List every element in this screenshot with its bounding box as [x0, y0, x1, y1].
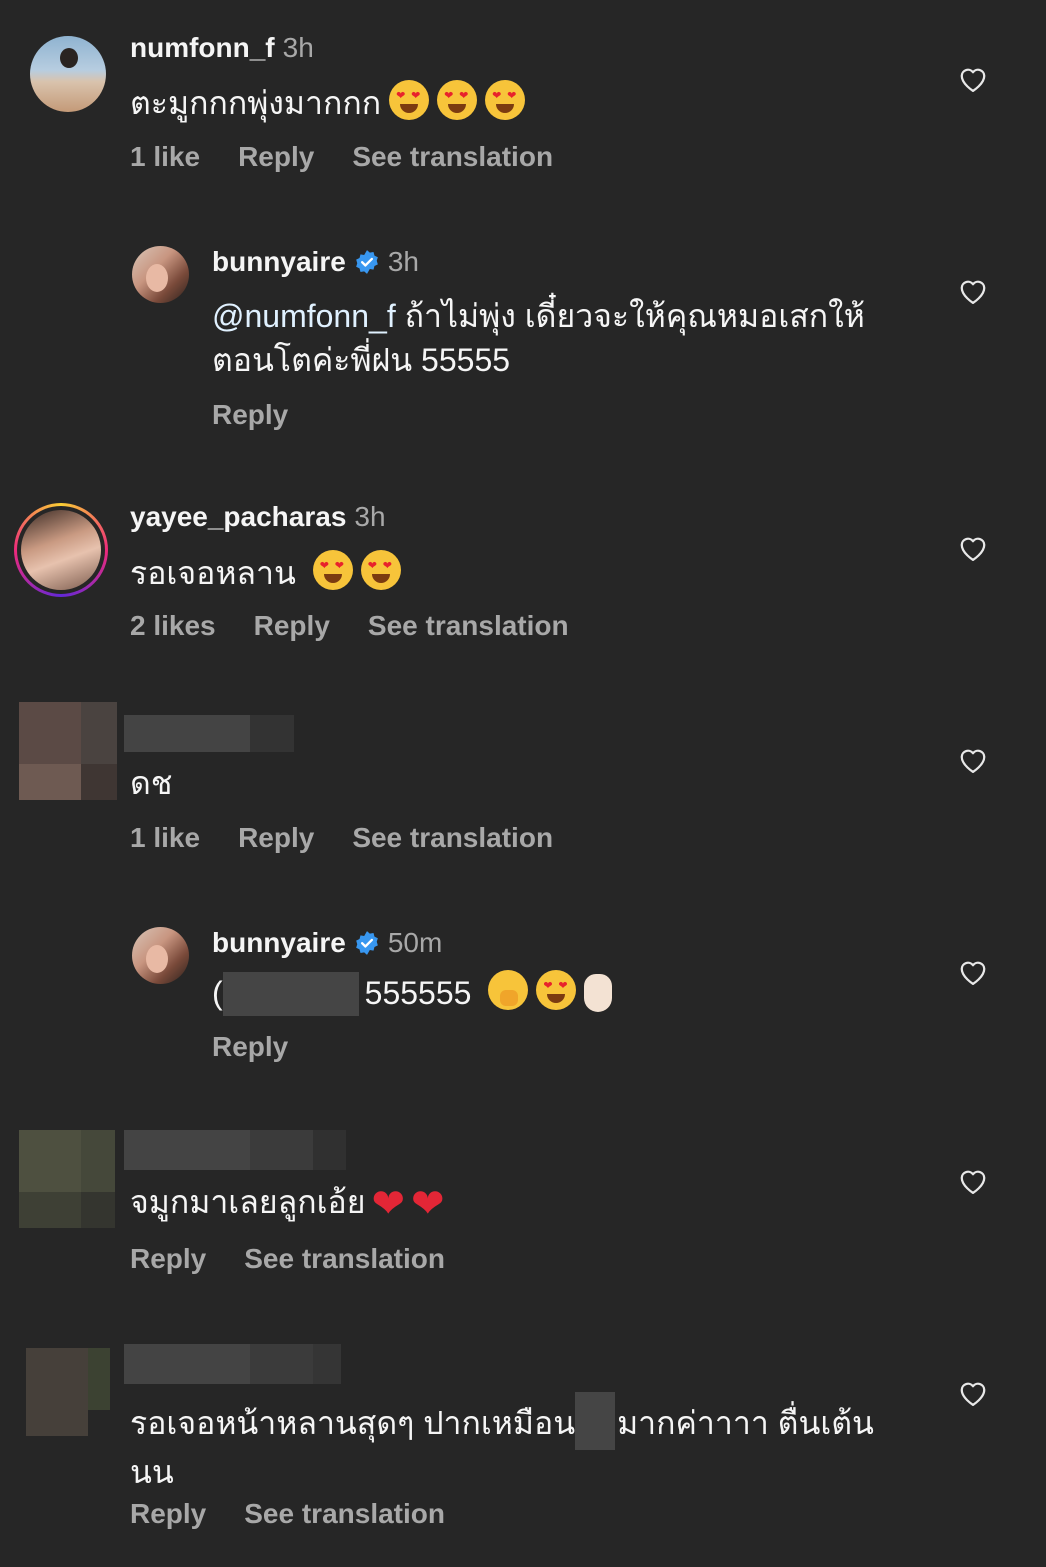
heart-eyes-emoji-icon: ❤ ❤: [312, 550, 353, 590]
red-heart-emoji-icon: ❤: [410, 1182, 445, 1226]
redacted-username: [250, 715, 294, 752]
heart-eyes-emoji-icon: ❤ ❤: [437, 80, 478, 120]
red-heart-emoji-icon: ❤: [371, 1182, 405, 1226]
heart-eyes-emoji-icon: ❤ ❤: [360, 550, 401, 590]
heart-outline-icon[interactable]: [958, 1379, 988, 1407]
timestamp: 50m: [387, 927, 443, 958]
reply-button[interactable]: Reply: [254, 610, 330, 641]
see-translation-button[interactable]: See translation: [244, 1498, 445, 1529]
comment-text: @numfonn_f ถ้าไม่พุ่ง เดี๋ยวจะให้คุณหมอเ…: [212, 298, 865, 378]
timestamp: 3h: [387, 246, 419, 277]
heart-outline-icon[interactable]: [958, 534, 988, 562]
heart-outline-icon[interactable]: [958, 277, 988, 305]
like-count[interactable]: 1 like: [130, 822, 200, 853]
heart-outline-icon[interactable]: [958, 958, 988, 986]
username[interactable]: bunnyaire: [212, 927, 346, 959]
avatar-bunnyaire[interactable]: [132, 246, 189, 303]
see-translation-button[interactable]: See translation: [352, 822, 553, 853]
redacted-name: [575, 1392, 616, 1450]
username[interactable]: bunnyaire: [212, 246, 346, 278]
reply-button[interactable]: Reply: [238, 141, 314, 172]
heart-eyes-emoji-icon: ❤ ❤: [389, 80, 430, 120]
redacted-username: [313, 1130, 346, 1170]
reply-button[interactable]: Reply: [212, 1031, 288, 1062]
avatar-story-ring[interactable]: [14, 503, 108, 597]
crossed-fingers-emoji-icon: [584, 974, 613, 1012]
reply-button[interactable]: Reply: [130, 1243, 206, 1274]
comment-text: (555555 ❤ ❤: [212, 970, 613, 1016]
comment-text: รอเจอหลาน ❤ ❤ ❤ ❤: [130, 550, 401, 595]
mention-link[interactable]: @numfonn_f: [212, 298, 396, 334]
avatar-numfonn-f[interactable]: [30, 36, 106, 112]
comment-text: ดช: [130, 765, 173, 801]
verified-badge-icon: [355, 931, 378, 955]
heart-eyes-emoji-icon: ❤ ❤: [536, 970, 577, 1010]
redacted-username: [124, 1344, 250, 1384]
hand-over-mouth-emoji-icon: [488, 970, 529, 1010]
see-translation-button[interactable]: See translation: [352, 141, 553, 172]
username[interactable]: numfonn_f: [130, 32, 275, 64]
redacted-username: [313, 1344, 341, 1384]
comment-text: รอเจอหน้าหลานสุดๆ ปากเหมือน มากค่าาาา ตื่…: [130, 1392, 890, 1494]
redacted-username: [124, 715, 250, 752]
comment-text: จมูกมาเลยลูกเอ้ย ❤ ❤: [130, 1182, 445, 1226]
heart-eyes-emoji-icon: ❤ ❤: [485, 80, 526, 120]
avatar-pixelated[interactable]: [26, 1348, 110, 1436]
reply-button[interactable]: Reply: [238, 822, 314, 853]
avatar-pixelated[interactable]: [19, 1130, 115, 1228]
see-translation-button[interactable]: See translation: [368, 610, 569, 641]
verified-badge-icon: [355, 250, 378, 274]
redacted-mention: [222, 972, 359, 1016]
timestamp: 3h: [354, 501, 386, 532]
username[interactable]: yayee_pacharas: [130, 501, 346, 533]
avatar-pixelated[interactable]: [19, 702, 117, 800]
like-count[interactable]: 2 likes: [130, 610, 216, 641]
reply-button[interactable]: Reply: [130, 1498, 206, 1529]
redacted-username: [124, 1130, 250, 1170]
heart-outline-icon[interactable]: [958, 1167, 988, 1195]
see-translation-button[interactable]: See translation: [244, 1243, 445, 1274]
reply-button[interactable]: Reply: [212, 399, 288, 430]
timestamp: 3h: [282, 32, 314, 63]
redacted-username: [250, 1344, 313, 1384]
heart-outline-icon[interactable]: [958, 65, 988, 93]
redacted-username: [250, 1130, 313, 1170]
comment-text: ตะมูกกกพุ่งมากกก ❤ ❤ ❤ ❤ ❤ ❤: [130, 80, 526, 125]
heart-outline-icon[interactable]: [958, 746, 988, 774]
like-count[interactable]: 1 like: [130, 141, 200, 172]
avatar-bunnyaire[interactable]: [132, 927, 189, 984]
